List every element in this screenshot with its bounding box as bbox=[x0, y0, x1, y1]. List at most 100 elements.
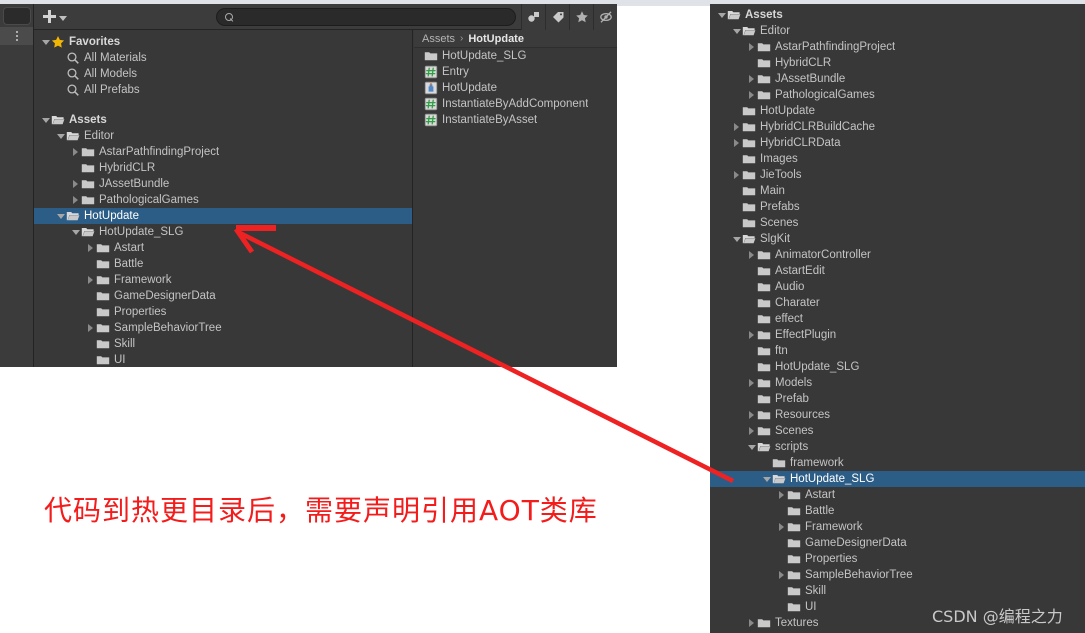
chevron-right-icon[interactable] bbox=[731, 167, 742, 183]
tree-item-assets[interactable]: Assets bbox=[710, 7, 1085, 23]
tree-item-astart[interactable]: Astart bbox=[34, 240, 412, 256]
tree-item-jassetbundle[interactable]: JAssetBundle bbox=[710, 71, 1085, 87]
chevron-down-icon[interactable] bbox=[55, 128, 66, 144]
chevron-down-icon[interactable] bbox=[70, 224, 81, 240]
tree-item-astarpathfindingproject[interactable]: AstarPathfindingProject bbox=[710, 39, 1085, 55]
tree-item-hotupdate[interactable]: HotUpdate bbox=[34, 208, 412, 224]
tree-item-favorites[interactable]: Favorites bbox=[34, 34, 412, 50]
tree-item-framework[interactable]: Framework bbox=[710, 519, 1085, 535]
tree-item-scenes[interactable]: Scenes bbox=[710, 215, 1085, 231]
tree-item-hotupdate[interactable]: HotUpdate bbox=[710, 103, 1085, 119]
tree-item-prefabs[interactable]: Prefabs bbox=[710, 199, 1085, 215]
tree-item-resources[interactable]: Resources bbox=[710, 407, 1085, 423]
chevron-down-icon[interactable] bbox=[716, 7, 727, 23]
tree-item-prefab[interactable]: Prefab bbox=[710, 391, 1085, 407]
tree-item-samplebehaviortree[interactable]: SampleBehaviorTree bbox=[34, 320, 412, 336]
tree-item-pathologicalgames[interactable]: PathologicalGames bbox=[710, 87, 1085, 103]
chevron-right-icon[interactable] bbox=[85, 272, 96, 288]
tree-item-charater[interactable]: Charater bbox=[710, 295, 1085, 311]
chevron-right-icon[interactable] bbox=[746, 407, 757, 423]
chevron-right-icon[interactable] bbox=[731, 135, 742, 151]
hidden-filter-icon[interactable] bbox=[593, 4, 617, 30]
tree-item-skill[interactable]: Skill bbox=[34, 336, 412, 352]
tree-item-animatorcontroller[interactable]: AnimatorController bbox=[710, 247, 1085, 263]
chevron-down-icon[interactable] bbox=[746, 439, 757, 455]
chevron-right-icon[interactable] bbox=[746, 375, 757, 391]
tree-item-hotupdate-slg[interactable]: HotUpdate_SLG bbox=[710, 359, 1085, 375]
tree-item-framework[interactable]: Framework bbox=[34, 272, 412, 288]
project-file-list[interactable]: Assets › HotUpdate HotUpdate_SLG Entry Hot… bbox=[414, 30, 617, 367]
favorite-filter-icon[interactable] bbox=[569, 4, 593, 30]
tree-item-jietools[interactable]: JieTools bbox=[710, 167, 1085, 183]
chevron-right-icon[interactable] bbox=[70, 192, 81, 208]
create-asset-button[interactable] bbox=[40, 9, 70, 24]
search-field[interactable] bbox=[216, 8, 516, 26]
tree-item-skill[interactable]: Skill bbox=[710, 583, 1085, 599]
tree-item-scripts[interactable]: scripts bbox=[710, 439, 1085, 455]
tree-item-ui[interactable]: UI bbox=[34, 352, 412, 367]
tree-item-battle[interactable]: Battle bbox=[34, 256, 412, 272]
chevron-down-icon[interactable] bbox=[731, 231, 742, 247]
file-list-item[interactable]: Entry bbox=[414, 64, 617, 80]
tree-item-audio[interactable]: Audio bbox=[710, 279, 1085, 295]
chevron-right-icon[interactable] bbox=[746, 423, 757, 439]
chevron-right-icon[interactable] bbox=[776, 567, 787, 583]
panel-drag-handle[interactable] bbox=[0, 27, 33, 45]
tree-item-astartedit[interactable]: AstartEdit bbox=[710, 263, 1085, 279]
tree-item-samplebehaviortree[interactable]: SampleBehaviorTree bbox=[710, 567, 1085, 583]
chevron-right-icon[interactable] bbox=[746, 247, 757, 263]
chevron-right-icon[interactable] bbox=[776, 519, 787, 535]
asset-filter-icon[interactable] bbox=[521, 4, 545, 30]
tree-item-all-models[interactable]: All Models bbox=[34, 66, 412, 82]
chevron-right-icon[interactable] bbox=[746, 71, 757, 87]
tree-item-gamedesignerdata[interactable]: GameDesignerData bbox=[34, 288, 412, 304]
tree-item-models[interactable]: Models bbox=[710, 375, 1085, 391]
file-list-item[interactable]: HotUpdate bbox=[414, 80, 617, 96]
tree-item-effectplugin[interactable]: EffectPlugin bbox=[710, 327, 1085, 343]
tree-item-properties[interactable]: Properties bbox=[34, 304, 412, 320]
tree-item-hybridclr[interactable]: HybridCLR bbox=[34, 160, 412, 176]
search-input[interactable] bbox=[239, 10, 489, 24]
chevron-right-icon[interactable] bbox=[746, 327, 757, 343]
tree-item-framework[interactable]: framework bbox=[710, 455, 1085, 471]
tree-item-all-materials[interactable]: All Materials bbox=[34, 50, 412, 66]
tree-item-battle[interactable]: Battle bbox=[710, 503, 1085, 519]
tree-item-hotupdate-slg[interactable]: HotUpdate_SLG bbox=[710, 471, 1085, 487]
project-tree-right[interactable]: Assets Editor AstarPathfindingProject Hybri… bbox=[710, 7, 1085, 631]
tree-item-hybridclrdata[interactable]: HybridCLRData bbox=[710, 135, 1085, 151]
chevron-right-icon[interactable] bbox=[746, 39, 757, 55]
chevron-down-icon[interactable] bbox=[55, 208, 66, 224]
breadcrumb-root[interactable]: Assets bbox=[422, 33, 455, 45]
chevron-right-icon[interactable] bbox=[85, 320, 96, 336]
chevron-down-icon[interactable] bbox=[40, 34, 51, 50]
chevron-right-icon[interactable] bbox=[70, 144, 81, 160]
project-tree-left[interactable]: Favorites All Materials All Models All Pref… bbox=[34, 30, 413, 367]
chevron-down-icon[interactable] bbox=[40, 112, 51, 128]
chevron-right-icon[interactable] bbox=[731, 119, 742, 135]
tree-item-effect[interactable]: effect bbox=[710, 311, 1085, 327]
tree-item-main[interactable]: Main bbox=[710, 183, 1085, 199]
tree-item-jassetbundle[interactable]: JAssetBundle bbox=[34, 176, 412, 192]
chevron-down-icon[interactable] bbox=[731, 23, 742, 39]
file-list-item[interactable]: InstantiateByAsset bbox=[414, 112, 617, 128]
tree-item-all-prefabs[interactable]: All Prefabs bbox=[34, 82, 412, 98]
tree-item-astart[interactable]: Astart bbox=[710, 487, 1085, 503]
label-filter-icon[interactable] bbox=[545, 4, 569, 30]
chevron-right-icon[interactable] bbox=[776, 487, 787, 503]
chevron-down-icon[interactable] bbox=[761, 471, 772, 487]
chevron-right-icon[interactable] bbox=[70, 176, 81, 192]
tree-item-gamedesignerdata[interactable]: GameDesignerData bbox=[710, 535, 1085, 551]
tree-item-slgkit[interactable]: SlgKit bbox=[710, 231, 1085, 247]
tree-item-properties[interactable]: Properties bbox=[710, 551, 1085, 567]
tree-item-assets[interactable]: Assets bbox=[34, 112, 412, 128]
chevron-right-icon[interactable] bbox=[746, 87, 757, 103]
tree-item-editor[interactable]: Editor bbox=[34, 128, 412, 144]
tree-item-astarpathfindingproject[interactable]: AstarPathfindingProject bbox=[34, 144, 412, 160]
tree-item-hybridclr[interactable]: HybridCLR bbox=[710, 55, 1085, 71]
chevron-right-icon[interactable] bbox=[85, 240, 96, 256]
tree-item-hybridclrbuildcache[interactable]: HybridCLRBuildCache bbox=[710, 119, 1085, 135]
tree-item-pathologicalgames[interactable]: PathologicalGames bbox=[34, 192, 412, 208]
tree-item-editor[interactable]: Editor bbox=[710, 23, 1085, 39]
chevron-right-icon[interactable] bbox=[746, 615, 757, 631]
tree-item-ftn[interactable]: ftn bbox=[710, 343, 1085, 359]
